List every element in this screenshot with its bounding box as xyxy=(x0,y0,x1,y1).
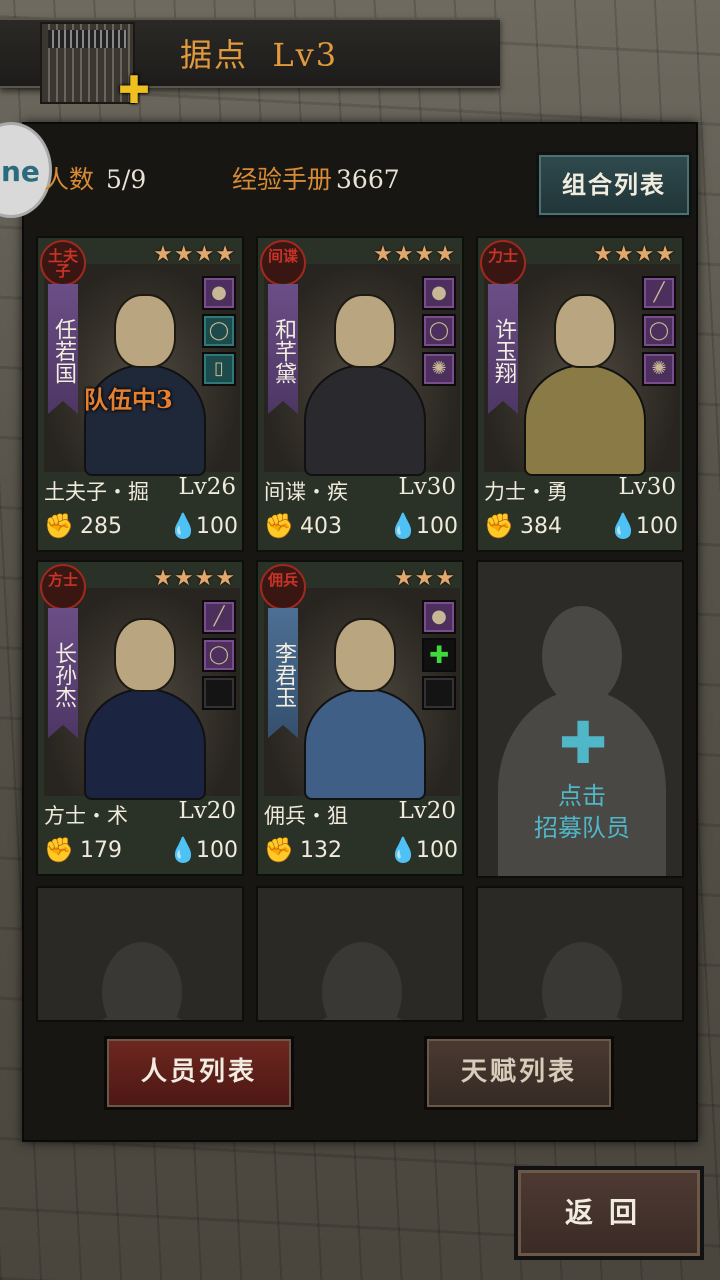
fist-icon: ✊ xyxy=(264,512,294,540)
knife-icon[interactable]: ╱ xyxy=(202,600,236,634)
member-card[interactable]: 土夫子 ★★★★ 任若国 ● ◯ ▯ 队伍中3 土夫子・掘 Lv26 ✊ 285 💧 100 xyxy=(36,236,244,552)
recruit-line1: 点击 xyxy=(558,782,606,810)
grenade-icon[interactable]: ● xyxy=(202,276,236,310)
base-level: Lv3 xyxy=(272,36,339,74)
class-seal-badge: 方士 xyxy=(40,564,86,610)
exp-manual-value: 3667 xyxy=(336,165,400,194)
locked-slot xyxy=(476,886,684,1022)
member-card[interactable]: 间谍 ★★★★ 和芊黛 ● ◯ ✺ 间谍・疾 Lv30 ✊ 403 💧 100 xyxy=(256,236,464,552)
morale-value: 100 xyxy=(416,514,458,539)
member-name: 许玉翔 xyxy=(488,284,518,414)
member-level: Lv30 xyxy=(618,474,676,500)
star-rating: ★★★★ xyxy=(373,242,456,267)
class-line: 方士・术 Lv20 xyxy=(44,798,240,830)
member-class: 佣兵・狙 xyxy=(264,804,348,828)
combat-power: 132 xyxy=(300,838,342,863)
ring-icon[interactable]: ◯ xyxy=(422,314,456,348)
combat-power: 384 xyxy=(520,514,562,539)
back-button[interactable]: 返回 xyxy=(514,1166,704,1260)
locked-slot xyxy=(36,886,244,1022)
member-level: Lv20 xyxy=(398,798,456,824)
recruit-line2: 招募队员 xyxy=(534,814,630,842)
morale-value: 100 xyxy=(196,838,238,863)
drop-icon: 💧 xyxy=(608,512,638,540)
class-seal-badge: 间谍 xyxy=(260,240,306,286)
ring-icon[interactable]: ◯ xyxy=(202,314,236,348)
combat-power: 403 xyxy=(300,514,342,539)
member-card[interactable]: 佣兵 ★★★ 李君玉 ● ✚ 佣兵・狙 Lv20 ✊ 132 💧 100 xyxy=(256,560,464,876)
page-title: 据点 Lv3 xyxy=(180,30,338,76)
star-rating: ★★★★ xyxy=(153,566,236,591)
member-stats: ✊ 403 💧 100 xyxy=(264,512,460,546)
recruit-plus-icon: ✚ xyxy=(558,709,608,777)
knife-icon[interactable]: ╱ xyxy=(642,276,676,310)
upgrade-plus-icon[interactable]: ✚ xyxy=(116,71,152,109)
add-equip-icon[interactable]: ✚ xyxy=(422,638,456,672)
member-class: 方士・术 xyxy=(44,804,128,828)
member-level: Lv30 xyxy=(398,474,456,500)
class-seal-badge: 土夫子 xyxy=(40,240,86,286)
member-level: Lv20 xyxy=(178,798,236,824)
base-title: 据点 xyxy=(180,36,249,74)
drop-icon: 💧 xyxy=(388,836,418,864)
tab-talent-list[interactable]: 天赋列表 xyxy=(424,1036,614,1110)
empty-slot-icon[interactable] xyxy=(422,676,456,710)
star-rating: ★★★★ xyxy=(153,242,236,267)
fist-icon: ✊ xyxy=(44,512,74,540)
member-stats: ✊ 132 💧 100 xyxy=(264,836,460,870)
recruit-slot[interactable]: ✚ 点击 招募队员 xyxy=(476,560,684,878)
member-name: 和芊黛 xyxy=(268,284,298,414)
fist-icon: ✊ xyxy=(264,836,294,864)
class-line: 土夫子・掘 Lv26 xyxy=(44,474,240,506)
class-line: 佣兵・狙 Lv20 xyxy=(264,798,460,830)
member-class: 力士・勇 xyxy=(484,480,568,504)
member-name: 长孙杰 xyxy=(48,608,78,738)
member-name: 李君玉 xyxy=(268,608,298,738)
ring-icon[interactable]: ◯ xyxy=(202,638,236,672)
member-stats: ✊ 179 💧 100 xyxy=(44,836,240,870)
combat-power: 179 xyxy=(80,838,122,863)
member-stats: ✊ 285 💧 100 xyxy=(44,512,240,546)
class-seal-badge: 力士 xyxy=(480,240,526,286)
grenade-icon[interactable]: ● xyxy=(422,276,456,310)
locked-slot xyxy=(256,886,464,1022)
team-status-label: 队伍中3 xyxy=(84,385,173,414)
member-name: 任若国 xyxy=(48,284,78,414)
fist-icon: ✊ xyxy=(44,836,74,864)
member-stats: ✊ 384 💧 100 xyxy=(484,512,680,546)
star-rating: ★★★ xyxy=(393,566,456,591)
star-rating: ★★★★ xyxy=(593,242,676,267)
morale-value: 100 xyxy=(636,514,678,539)
morale-value: 100 xyxy=(196,514,238,539)
amulet-icon[interactable]: ✺ xyxy=(422,352,456,386)
side-float-text: ne xyxy=(1,155,40,188)
exp-manual-label: 经验手册 xyxy=(232,165,333,194)
drop-icon: 💧 xyxy=(388,512,418,540)
member-class: 间谍・疾 xyxy=(264,480,348,504)
grenade-icon[interactable]: ● xyxy=(422,600,456,634)
recruit-text: 点击 招募队员 xyxy=(478,780,682,844)
headcount-label: 人数 xyxy=(44,165,95,194)
empty-slot-icon[interactable] xyxy=(202,676,236,710)
ring-icon[interactable]: ◯ xyxy=(642,314,676,348)
headcount-stat: 人数 5/9 xyxy=(44,160,146,196)
member-level: Lv26 xyxy=(178,474,236,500)
drop-icon: 💧 xyxy=(168,512,198,540)
class-line: 力士・勇 Lv30 xyxy=(484,474,680,506)
member-class: 土夫子・掘 xyxy=(44,480,149,504)
member-card[interactable]: 力士 ★★★★ 许玉翔 ╱ ◯ ✺ 力士・勇 Lv30 ✊ 384 💧 100 xyxy=(476,236,684,552)
class-line: 间谍・疾 Lv30 xyxy=(264,474,460,506)
class-seal-badge: 佣兵 xyxy=(260,564,306,610)
amulet-icon[interactable]: ✺ xyxy=(642,352,676,386)
member-card[interactable]: 方士 ★★★★ 长孙杰 ╱ ◯ 方士・术 Lv20 ✊ 179 💧 100 xyxy=(36,560,244,876)
headcount-value: 5/9 xyxy=(106,165,147,194)
morale-value: 100 xyxy=(416,838,458,863)
tab-member-list[interactable]: 人员列表 xyxy=(104,1036,294,1110)
combo-list-button[interactable]: 组合列表 xyxy=(536,152,692,218)
exp-manual-stat: 经验手册 3667 xyxy=(232,160,400,196)
combat-power: 285 xyxy=(80,514,122,539)
drop-icon: 💧 xyxy=(168,836,198,864)
phone-icon[interactable]: ▯ xyxy=(202,352,236,386)
fist-icon: ✊ xyxy=(484,512,514,540)
